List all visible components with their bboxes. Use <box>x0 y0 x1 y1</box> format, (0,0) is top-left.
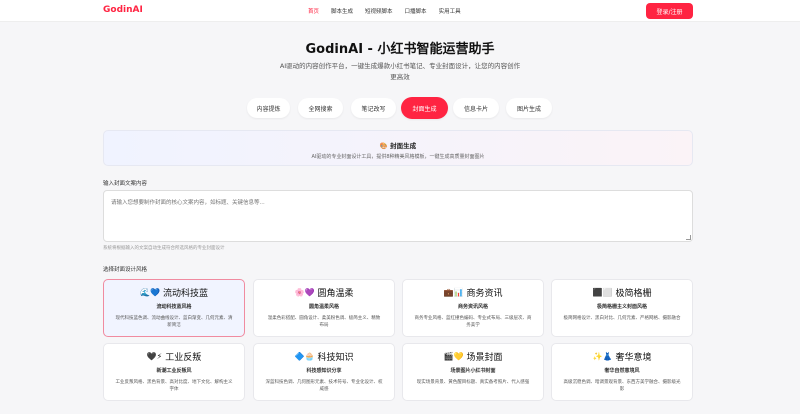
style-card-subtitle: 科技感知识分享 <box>306 368 342 374</box>
style-card-name: 商务资讯 <box>466 289 503 299</box>
style-card-desc-line-2: 布局 <box>319 323 329 328</box>
styles-label: 选择封面设计风格 <box>103 267 148 273</box>
style-card-name: 场景封面 <box>466 353 503 363</box>
style-card-desc-line-1: 深蓝科技色调、几何图形元素、技术符号、专业化设计、权 <box>265 380 383 385</box>
style-card-fluid-tech-blue[interactable]: 🌊💙 流动科技蓝 流动科技蓝风格 现代科技蓝色调、流动曲线设计、蓝白渐变、几何元素… <box>103 279 245 337</box>
nav-links: 首页 脚本生成 短视频脚本 口播脚本 实用工具 <box>308 7 461 15</box>
style-card-desc-line-1: 商务专业风格、蓝红撞色编码、专业式布局、三级层次、商 <box>414 316 532 321</box>
style-card-desc: 工业反叛风格、黑色背景、高对比度、地下文化、解构主义 字体 <box>114 379 234 393</box>
style-card-title: 🌸💜 圆角温柔 <box>254 286 394 299</box>
cover-text-input[interactable] <box>103 190 693 242</box>
style-diamond-cake-icon: 🔷🧁 <box>294 352 315 361</box>
subtitle-line-2: 更高效 <box>390 73 410 81</box>
nav-link-voiceover[interactable]: 口播脚本 <box>405 7 427 15</box>
style-card-luxury-mood[interactable]: ✨👗 奢华意境 奢华自然意境风 高级沉稳色调、暗调景观背景、东西方美学融合、摄影级… <box>551 343 693 401</box>
style-card-desc-line-1: 高级沉稳色调、暗调景观背景、东西方美学融合、摄影级光 <box>563 380 681 385</box>
style-card-tech-knowledge[interactable]: 🔷🧁 科技知识 科技感知识分享 深蓝科技色调、几何图形元素、技术符号、专业化设计、… <box>253 343 395 401</box>
input-label: 输入封面文案内容 <box>103 181 148 187</box>
style-card-subtitle: 圆角温柔风格 <box>308 304 339 310</box>
style-card-subtitle: 新潮工业反叛风 <box>156 368 192 374</box>
style-card-desc: 现实场景背景、黄色醒目标题、真实备考照片、代入感强 <box>413 379 533 386</box>
style-sparkle-dress-icon: ✨👗 <box>592 352 613 361</box>
style-card-desc-line-2: 字体 <box>169 387 179 392</box>
style-card-desc-line-1: 工业反叛风格、黑色背景、高对比度、地下文化、解构主义 <box>115 380 233 385</box>
page-title: GodinAI - 小红书智能运营助手 <box>305 42 495 57</box>
tab-web-search[interactable]: 全网搜索 <box>298 98 343 118</box>
tab-note-rewrite[interactable]: 笔记改写 <box>351 98 396 118</box>
style-black-white-square-icon: ⬛⬜ <box>592 288 613 297</box>
style-card-rounded-gentle[interactable]: 🌸💜 圆角温柔 圆角温柔风格 温柔色彩搭配、圆角设计、柔美粉色调、极简主义、精致布… <box>253 279 395 337</box>
style-card-desc-line-2: 威感 <box>319 387 329 392</box>
style-card-name: 科技知识 <box>317 353 354 363</box>
style-card-desc-line-1: 温柔色彩搭配、圆角设计、柔美粉色调、极简主义、精致 <box>267 316 381 321</box>
style-flower-heart-icon: 🌸💜 <box>294 288 315 297</box>
style-card-title: 🔷🧁 科技知识 <box>254 350 394 363</box>
nav-link-script-gen[interactable]: 脚本生成 <box>331 7 353 15</box>
textarea-resize-handle[interactable] <box>686 235 691 240</box>
style-card-minimal-grid[interactable]: ⬛⬜ 极简格栅 极简格栅主义封面风格 极简网格设计、黑白对比、几何元素、严格网格、… <box>551 279 693 337</box>
style-card-desc-line-2: 影 <box>619 387 625 392</box>
input-hint: 系统将根据输入的文案自动生成符合所选风格的专业封面设计 <box>103 246 225 251</box>
style-card-name: 圆角温柔 <box>317 289 354 299</box>
style-card-name: 极简格栅 <box>615 289 652 299</box>
tab-info-card[interactable]: 信息卡片 <box>453 98 499 118</box>
nav-link-home[interactable]: 首页 <box>308 7 319 15</box>
style-card-subtitle: 极简格栅主义封面风格 <box>596 304 647 310</box>
style-card-desc-line-2: 新简洁 <box>167 323 181 328</box>
style-card-industrial-rebel[interactable]: 🖤⚡ 工业反叛 新潮工业反叛风 工业反叛风格、黑色背景、高对比度、地下文化、解构主… <box>103 343 245 401</box>
style-card-title: 🎬💛 场景封面 <box>403 350 543 363</box>
style-card-subtitle: 场景图片小红书封面 <box>450 368 496 374</box>
tab-image-generate[interactable]: 图片生成 <box>506 98 552 118</box>
style-card-desc-line-1: 现代科技蓝色调、流动曲线设计、蓝白渐变、几何元素、清 <box>115 316 233 321</box>
style-card-desc: 极简网格设计、黑白对比、几何元素、严格网格、摄影融合 <box>562 315 682 322</box>
style-card-name: 流动科技蓝 <box>162 289 208 299</box>
style-card-desc-line-1: 极简网格设计、黑白对比、几何元素、严格网格、摄影融合 <box>563 316 681 321</box>
style-card-desc-line-2: 务美学 <box>466 323 480 328</box>
style-card-desc: 高级沉稳色调、暗调景观背景、东西方美学融合、摄影级光影 <box>562 379 682 393</box>
style-card-scene-cover[interactable]: 🎬💛 场景封面 场景图片小红书封面 现实场景背景、黄色醒目标题、真实备考照片、代入… <box>402 343 544 401</box>
style-card-subtitle: 商务资讯风格 <box>457 304 488 310</box>
style-card-name: 工业反叛 <box>165 353 202 363</box>
login-register-button[interactable]: 登录/注册 <box>646 3 693 19</box>
style-card-title: 🖤⚡ 工业反叛 <box>104 350 244 363</box>
style-clapper-heart-icon: 🎬💛 <box>443 352 464 361</box>
style-card-name: 奢华意境 <box>615 353 652 363</box>
style-card-desc: 现代科技蓝色调、流动曲线设计、蓝白渐变、几何元素、清 新简洁 <box>114 315 234 329</box>
style-wave-heart-icon: 🌊💙 <box>140 288 160 297</box>
brand-logo[interactable]: GodinAI <box>103 5 143 15</box>
style-card-desc: 深蓝科技色调、几何图形元素、技术符号、专业化设计、权 威感 <box>264 379 384 393</box>
style-card-title: ✨👗 奢华意境 <box>552 350 692 363</box>
style-briefcase-chart-icon: 💼📊 <box>443 288 464 297</box>
subtitle-line-1: AI驱动的内容创作平台，一键生成爆款小红书笔记、专业封面设计，让您的内容创作 <box>279 62 521 70</box>
style-card-business-news[interactable]: 💼📊 商务资讯 商务资讯风格 商务专业风格、蓝红撞色编码、专业式布局、三级层次、商… <box>402 279 544 337</box>
feature-info-desc: AI驱动的专业封面设计工具，提供8种精美风格模板，一键生成高质量封面图片 <box>311 154 485 160</box>
style-card-title: 💼📊 商务资讯 <box>403 286 543 299</box>
top-navbar: GodinAI 首页 脚本生成 短视频脚本 口播脚本 实用工具 登录/注册 <box>0 0 800 22</box>
page-subtitle: AI驱动的内容创作平台，一键生成爆款小红书笔记、专业封面设计，让您的内容创作 更… <box>0 61 800 83</box>
feature-info-title: 🎨 封面生成 <box>379 142 417 150</box>
style-card-title: 🌊💙 流动科技蓝 <box>104 286 244 299</box>
style-card-desc: 温柔色彩搭配、圆角设计、柔美粉色调、极简主义、精致 布局 <box>264 315 384 329</box>
style-card-desc-line-1: 现实场景背景、黄色醒目标题、真实备考照片、代入感强 <box>416 380 530 385</box>
style-card-subtitle: 奢华自然意境风 <box>604 368 640 374</box>
nav-link-short-video[interactable]: 短视频脚本 <box>365 7 393 15</box>
style-card-title: ⬛⬜ 极简格栅 <box>552 286 692 299</box>
style-card-desc: 商务专业风格、蓝红撞色编码、专业式布局、三级层次、商 务美学 <box>413 315 533 329</box>
tab-cover-generate[interactable]: 封面生成 <box>401 97 448 119</box>
nav-link-tools[interactable]: 实用工具 <box>439 7 461 15</box>
style-card-subtitle: 流动科技蓝风格 <box>156 304 192 310</box>
style-heart-bolt-icon: 🖤⚡ <box>146 352 163 361</box>
tab-content-extract[interactable]: 内容提炼 <box>247 98 290 118</box>
feature-info-box: 🎨 封面生成 AI驱动的专业封面设计工具，提供8种精美风格模板，一键生成高质量封… <box>103 130 693 166</box>
